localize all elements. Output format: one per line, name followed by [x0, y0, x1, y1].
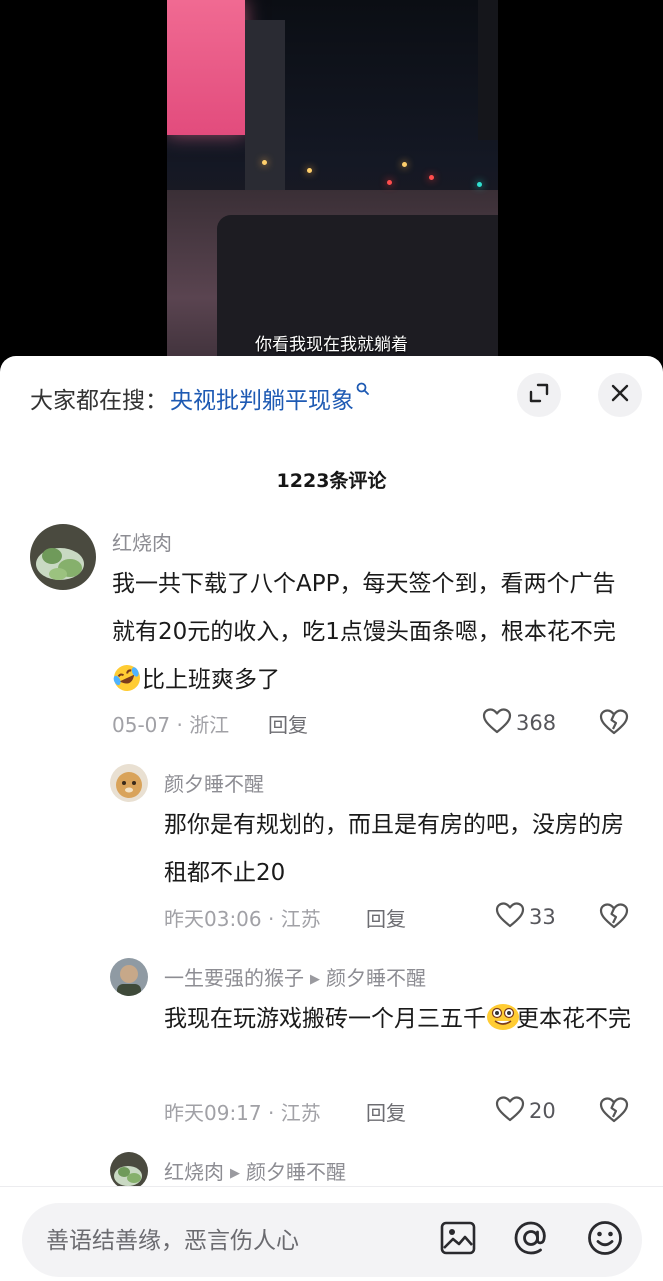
comment-meta: 昨天09:17 · 江苏 — [164, 1094, 321, 1128]
broken-heart-icon — [599, 903, 629, 934]
heart-icon — [495, 901, 529, 934]
comment-count-title: 1223条评论 — [276, 470, 387, 492]
trending-search[interactable]: 大家都在搜： 央视批判躺平现象 — [30, 378, 369, 418]
like-count: 368 — [516, 711, 557, 735]
close-icon — [611, 384, 629, 406]
close-button[interactable] — [598, 373, 642, 417]
like-button[interactable]: 33 — [495, 900, 556, 934]
comment-text: 我现在玩游戏搬砖一个月三五千 更本花不完 — [164, 995, 634, 1043]
comment-date-location: 昨天03:06 · 江苏 — [164, 906, 321, 931]
smiley-icon — [587, 1220, 623, 1260]
expand-icon — [528, 382, 550, 408]
dislike-button[interactable] — [599, 708, 629, 740]
emoji-button[interactable] — [585, 1220, 625, 1260]
comment-author[interactable]: 颜夕睡不醒 — [164, 768, 264, 797]
comment-meta: 05-07 · 浙江 — [112, 706, 229, 740]
comment-item: 红烧肉 我一共下载了八个APP，每天签个到，看两个广告就有20元的收入，吃1点馒… — [0, 524, 663, 744]
reply-button[interactable]: 回复 — [366, 903, 406, 932]
reply-arrow-icon: ▶ — [230, 1166, 240, 1181]
broken-heart-icon — [599, 709, 629, 740]
reply-button[interactable]: 回复 — [366, 1097, 406, 1126]
comment-sheet: 大家都在搜： 央视批判躺平现象 1223条评论 红烧肉 我一共下载了八个APP，… — [0, 356, 663, 1280]
avatar[interactable] — [110, 764, 148, 802]
video-player[interactable]: 你看我现在我就躺着 — [0, 0, 663, 380]
comment-date-location: 昨天09:17 · 江苏 — [164, 1100, 321, 1125]
goofy-emoji — [486, 1001, 519, 1031]
comment-input-bar — [0, 1186, 663, 1281]
trending-search-label: 大家都在搜： — [30, 388, 168, 414]
comment-author: 红烧肉 ▶ 颜夕睡不醒 — [164, 1160, 346, 1184]
reply-to-user[interactable]: 颜夕睡不醒 — [326, 966, 426, 990]
like-button[interactable]: 20 — [495, 1094, 556, 1128]
expand-button[interactable] — [517, 373, 561, 417]
avatar[interactable] — [110, 1152, 148, 1190]
dislike-button[interactable] — [599, 902, 629, 934]
like-count: 20 — [529, 1099, 556, 1123]
video-subtitle: 你看我现在我就躺着 — [255, 335, 408, 355]
like-count: 33 — [529, 905, 556, 929]
at-icon — [513, 1220, 549, 1260]
reply-item: 颜夕睡不醒 那你是有规划的，而且是有房的吧，没房的房租都不止20 昨天03:06… — [0, 764, 663, 944]
comment-text: 我一共下载了八个APP，每天签个到，看两个广告就有20元的收入，吃1点馒头面条嗯… — [112, 560, 637, 704]
image-icon — [440, 1221, 476, 1259]
reply-to-user[interactable]: 颜夕睡不醒 — [246, 1160, 346, 1184]
reply-item: 一生要强的猴子 ▶ 颜夕睡不醒 我现在玩游戏搬砖一个月三五千 更本花不完 昨天09:1… — [0, 958, 663, 1138]
reply-button[interactable]: 回复 — [268, 709, 308, 738]
comment-text: 那你是有规划的，而且是有房的吧，没房的房租都不止20 — [164, 812, 624, 886]
like-button[interactable]: 368 — [482, 706, 556, 740]
trending-search-term[interactable]: 央视批判躺平现象 — [170, 381, 354, 415]
avatar[interactable] — [30, 524, 96, 590]
comment-meta: 昨天03:06 · 江苏 — [164, 900, 321, 934]
reply-arrow-icon: ▶ — [310, 972, 320, 987]
heart-icon — [482, 707, 516, 740]
rofl-emoji — [112, 662, 142, 692]
comment-input[interactable] — [44, 1225, 408, 1257]
search-icon — [356, 382, 369, 399]
comment-author[interactable]: 红烧肉 — [112, 527, 172, 556]
broken-heart-icon — [599, 1097, 629, 1128]
mention-button[interactable] — [511, 1220, 551, 1260]
avatar[interactable] — [110, 958, 148, 996]
billboard-building — [167, 0, 245, 135]
dislike-button[interactable] — [599, 1096, 629, 1128]
video-frame[interactable] — [167, 0, 498, 362]
comment-date-location: 05-07 · 浙江 — [112, 712, 230, 737]
heart-icon — [495, 1095, 529, 1128]
comment-input-box[interactable] — [22, 1203, 642, 1277]
building — [478, 0, 498, 140]
image-button[interactable] — [438, 1220, 478, 1260]
comment-author: 一生要强的猴子 ▶ 颜夕睡不醒 — [164, 966, 426, 990]
